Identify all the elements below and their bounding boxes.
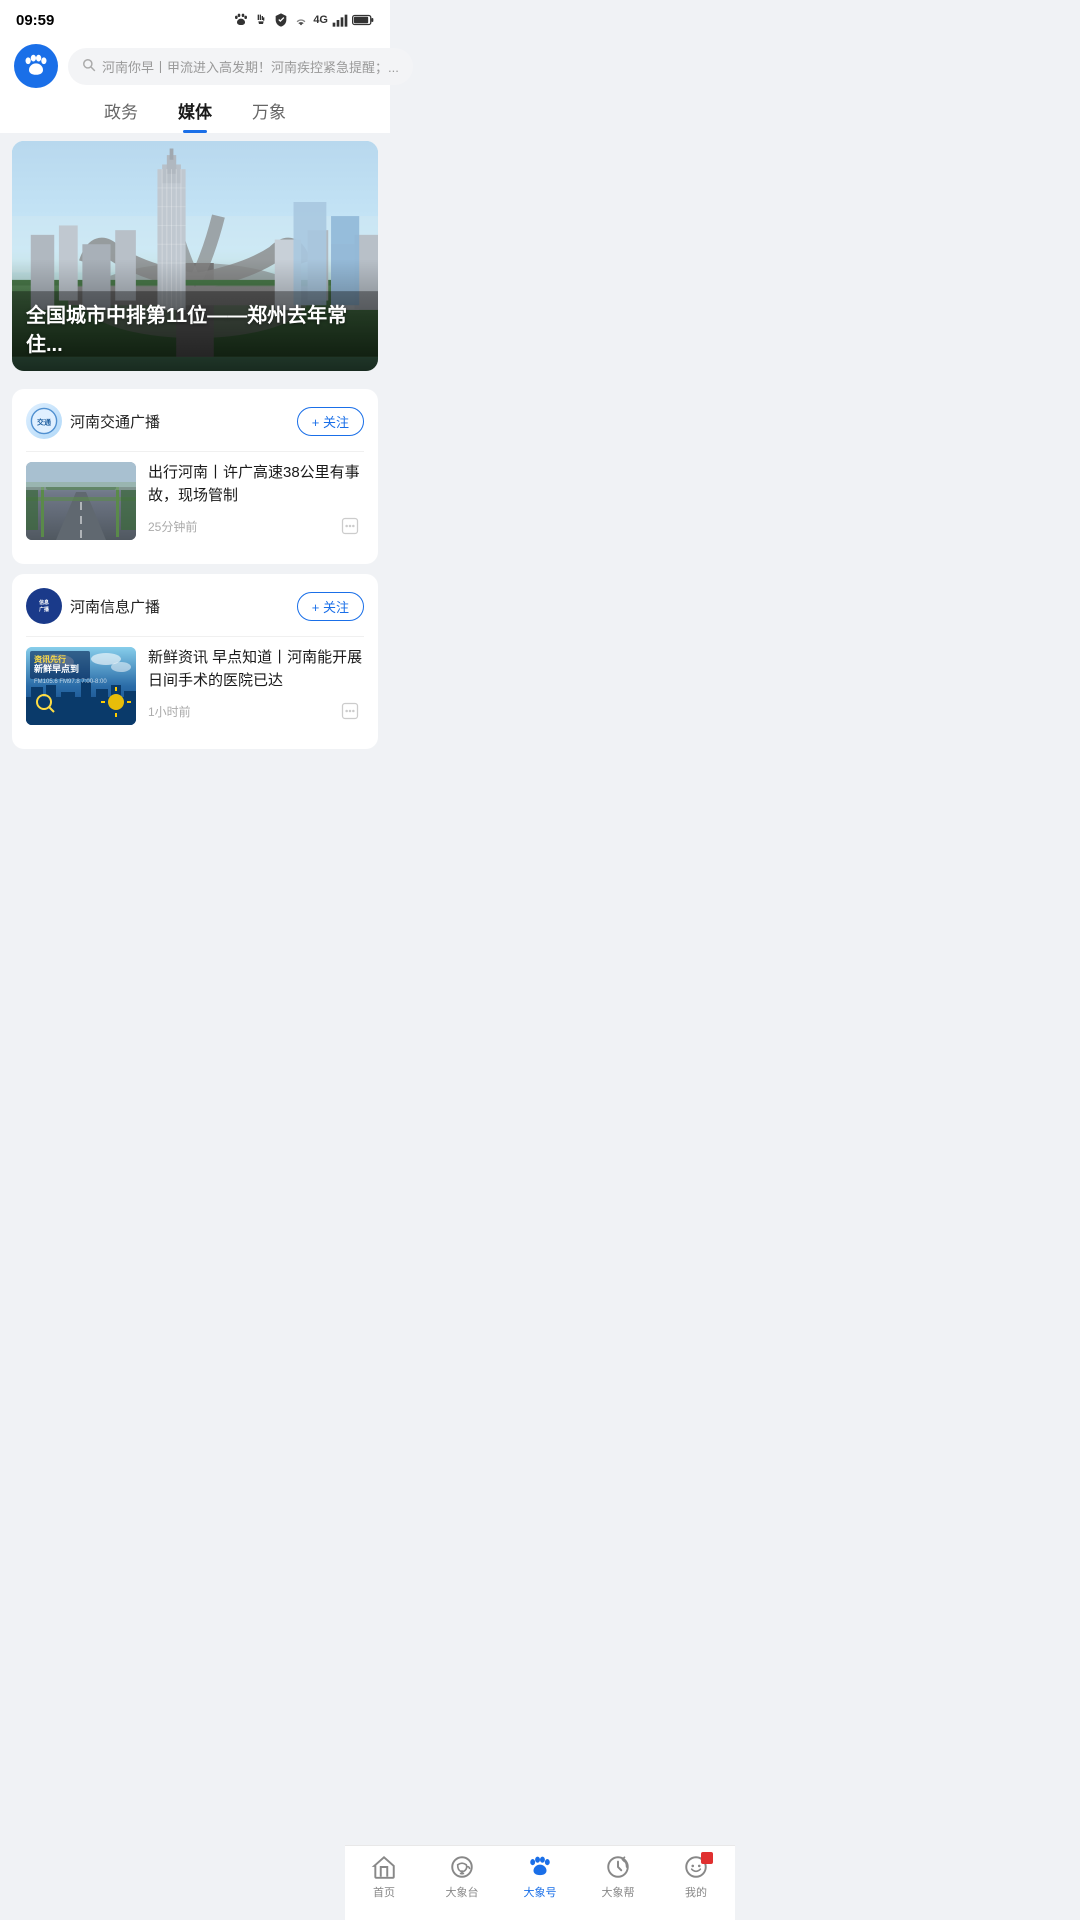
morning-thumbnail-svg: 资讯先行 新鲜早点到 FM105.6 FM97.8 7:00-8:00 — [26, 647, 136, 725]
battery-icon — [352, 13, 374, 27]
news-item-traffic[interactable]: 许广高速 出行河南丨许广高速38公里有事故，现场管制 25分钟前 — [26, 451, 364, 550]
follow-button-traffic[interactable]: + 关注 — [297, 407, 364, 436]
nav-home-label: 首页 — [373, 1884, 395, 1900]
nav-help[interactable]: 大象帮 — [588, 1854, 648, 1900]
nav-home-icon-wrap — [371, 1854, 397, 1880]
source-info-info: 信息 广播 河南信息广播 — [26, 588, 160, 624]
source-info-traffic: 交通 河南交通广播 — [26, 403, 160, 439]
bottom-nav: 首页 大象台 大象号 — [345, 1845, 735, 1920]
nav-home[interactable]: 首页 — [354, 1854, 414, 1900]
svg-text:新鲜早点到: 新鲜早点到 — [34, 663, 79, 674]
home-icon — [371, 1854, 397, 1880]
more-button-info[interactable] — [336, 697, 364, 725]
wifi-icon — [293, 13, 309, 27]
more-icon-2 — [340, 701, 360, 721]
news-card-traffic: 交通 河南交通广播 + 关注 — [12, 389, 378, 564]
source-avatar-info: 信息 广播 — [26, 588, 62, 624]
nav-elephant-tv-label: 大象台 — [446, 1884, 479, 1900]
news-title-info: 新鲜资讯 早点知道丨河南能开展日间手术的医院已达 — [148, 647, 364, 692]
news-meta-info: 1小时前 — [148, 697, 364, 725]
hero-title: 全国城市中排第11位——郑州去年常住... — [26, 299, 364, 357]
daxiang-paw-icon — [527, 1852, 553, 1882]
tab-panorama[interactable]: 万象 — [252, 98, 286, 133]
more-button-traffic[interactable] — [336, 512, 364, 540]
tab-politics[interactable]: 政务 — [104, 98, 138, 133]
info-logo-icon: 信息 广播 — [30, 592, 58, 620]
svg-text:FM105.6 FM97.8 7:00-8:00: FM105.6 FM97.8 7:00-8:00 — [34, 679, 107, 685]
elephant-icon — [449, 1854, 475, 1880]
shield-icon — [273, 12, 289, 28]
search-placeholder: 河南你早丨甲流进入高发期！河南疾控紧急提醒；... — [102, 57, 399, 76]
network-badge: 4G — [313, 14, 328, 26]
news-thumbnail-road: 许广高速 — [26, 462, 136, 540]
news-thumbnail-morning: 资讯先行 新鲜早点到 FM105.6 FM97.8 7:00-8:00 — [26, 647, 136, 725]
news-time-traffic: 25分钟前 — [148, 518, 197, 535]
logo-paw-icon — [22, 52, 50, 80]
mine-badge — [701, 1852, 713, 1864]
hand-icon — [253, 12, 269, 28]
news-content-info: 新鲜资讯 早点知道丨河南能开展日间手术的医院已达 1小时前 — [148, 647, 364, 725]
more-icon — [340, 516, 360, 536]
source-header-info: 信息 广播 河南信息广播 + 关注 — [26, 588, 364, 624]
follow-button-info[interactable]: + 关注 — [297, 592, 364, 621]
status-time: 09:59 — [16, 12, 54, 29]
status-icons: 4G — [233, 12, 374, 28]
source-avatar-traffic: 交通 — [26, 403, 62, 439]
status-bar: 09:59 4G — [0, 0, 390, 36]
news-item-info[interactable]: 资讯先行 新鲜早点到 FM105.6 FM97.8 7:00-8:00 新鲜资 — [26, 636, 364, 735]
search-bar[interactable]: 河南你早丨甲流进入高发期！河南疾控紧急提醒；... — [68, 48, 413, 85]
refresh-icon — [605, 1854, 631, 1880]
news-meta-traffic: 25分钟前 — [148, 512, 364, 540]
source-name-traffic: 河南交通广播 — [70, 411, 160, 432]
header: 河南你早丨甲流进入高发期！河南疾控紧急提醒；... — [0, 36, 390, 88]
nav-daxiang-label: 大象号 — [524, 1884, 557, 1900]
news-card-info: 信息 广播 河南信息广播 + 关注 — [12, 574, 378, 749]
source-name-info: 河南信息广播 — [70, 596, 160, 617]
app-logo[interactable] — [14, 44, 58, 88]
hero-overlay: 全国城市中排第11位——郑州去年常住... — [12, 259, 378, 371]
nav-daxiang-icon-wrap — [527, 1854, 553, 1880]
news-title-traffic: 出行河南丨许广高速38公里有事故，现场管制 — [148, 462, 364, 507]
svg-text:交通: 交通 — [37, 418, 52, 427]
nav-mine-label: 我的 — [685, 1884, 707, 1900]
content-area: 交通 河南交通广播 + 关注 — [0, 379, 390, 769]
road-thumbnail-svg: 许广高速 — [26, 462, 136, 540]
news-time-info: 1小时前 — [148, 703, 191, 720]
nav-help-icon-wrap — [605, 1854, 631, 1880]
traffic-logo-icon: 交通 — [30, 407, 58, 435]
nav-elephant-icon-wrap — [449, 1854, 475, 1880]
nav-elephant-tv[interactable]: 大象台 — [432, 1854, 492, 1900]
nav-daxiang[interactable]: 大象号 — [510, 1854, 570, 1900]
signal-icon — [332, 13, 348, 27]
search-icon — [82, 58, 96, 75]
paw-icon — [233, 12, 249, 28]
nav-mine[interactable]: 我的 — [666, 1854, 726, 1900]
nav-help-label: 大象帮 — [602, 1884, 635, 1900]
source-header-traffic: 交通 河南交通广播 + 关注 — [26, 403, 364, 439]
nav-mine-icon-wrap — [683, 1854, 709, 1880]
tab-media[interactable]: 媒体 — [178, 98, 212, 133]
hero-banner[interactable]: 全国城市中排第11位——郑州去年常住... — [12, 141, 378, 371]
svg-text:资讯先行: 资讯先行 — [34, 654, 66, 664]
tabs-container: 政务 媒体 万象 — [0, 88, 390, 133]
news-content-traffic: 出行河南丨许广高速38公里有事故，现场管制 25分钟前 — [148, 462, 364, 540]
